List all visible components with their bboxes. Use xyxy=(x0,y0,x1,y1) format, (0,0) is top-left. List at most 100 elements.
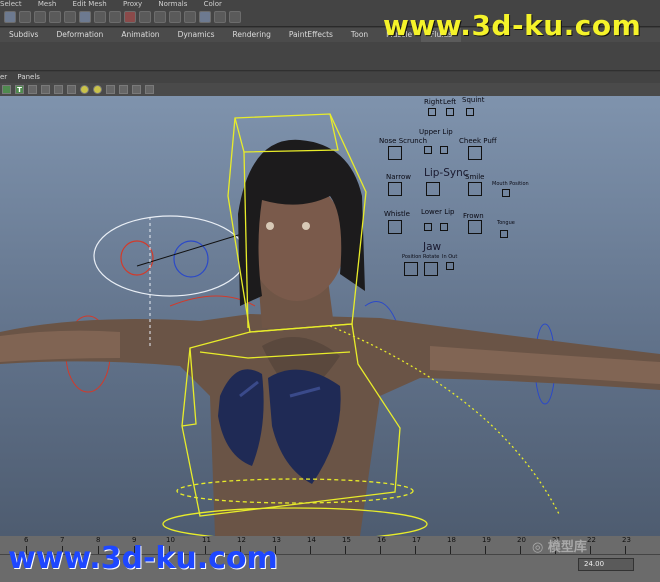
menu-item[interactable]: Normals xyxy=(158,0,187,8)
panel-menu-renderer[interactable]: er xyxy=(0,73,7,81)
tab-painteffects[interactable]: PaintEffects xyxy=(280,28,342,42)
tick-mark xyxy=(415,546,416,554)
texture-toggle-icon[interactable]: T xyxy=(15,85,24,94)
tab-dynamics[interactable]: Dynamics xyxy=(169,28,224,42)
rig-label: Left xyxy=(443,98,457,106)
panel-toolbar: T xyxy=(0,83,660,97)
render-icon[interactable] xyxy=(109,11,121,23)
wireframe-toggle-icon[interactable] xyxy=(2,85,11,94)
rig-label-cheek-puff: Cheek Puff xyxy=(459,137,497,145)
resolution-gate-icon[interactable] xyxy=(145,85,154,94)
tick-label: 20 xyxy=(517,536,526,544)
watermark-top: www.3d-ku.com xyxy=(383,9,642,42)
tick-mark xyxy=(310,546,311,554)
panel-menu-panels[interactable]: Panels xyxy=(17,73,40,81)
jaw-rotate-control[interactable] xyxy=(424,262,438,276)
rig-slider[interactable] xyxy=(446,108,454,116)
upper-lip-control[interactable] xyxy=(424,146,432,154)
snap-grid-icon[interactable] xyxy=(19,11,31,23)
jaw-position-control[interactable] xyxy=(404,262,418,276)
tongue-control[interactable] xyxy=(500,230,508,238)
ipr-render-icon[interactable] xyxy=(124,11,136,23)
cheek-puff-control[interactable] xyxy=(468,146,482,160)
tick-label: 14 xyxy=(307,536,316,544)
nose-scrunch-control[interactable] xyxy=(388,146,402,160)
upper-lip-control[interactable] xyxy=(440,146,448,154)
snap-curve-icon[interactable] xyxy=(34,11,46,23)
menu-item[interactable]: Color xyxy=(204,0,222,8)
menu-item[interactable]: Mesh xyxy=(38,0,56,8)
tick-label: 16 xyxy=(377,536,386,544)
tick-label: 17 xyxy=(412,536,421,544)
all-lights-icon[interactable] xyxy=(93,85,102,94)
lower-lip-control[interactable] xyxy=(424,223,432,231)
tick-mark xyxy=(380,546,381,554)
toggle-panel-icon[interactable] xyxy=(199,11,211,23)
toggle-panel-icon[interactable] xyxy=(214,11,226,23)
isolate-select-icon[interactable] xyxy=(119,85,128,94)
tab-rendering[interactable]: Rendering xyxy=(224,28,280,42)
rig-slider[interactable] xyxy=(428,108,436,116)
rig-label-lip-sync: Lip-Sync xyxy=(424,167,469,179)
default-light-icon[interactable] xyxy=(80,85,89,94)
snap-plane-icon[interactable] xyxy=(64,11,76,23)
menu-item[interactable]: Proxy xyxy=(123,0,142,8)
lighting-icon[interactable] xyxy=(67,85,76,94)
tick-mark xyxy=(345,546,346,554)
tick-mark xyxy=(520,546,521,554)
frown-control[interactable] xyxy=(468,220,482,234)
tick-mark xyxy=(485,546,486,554)
panel-menu-bar: er Panels xyxy=(0,72,660,83)
tab-deformation[interactable]: Deformation xyxy=(47,28,112,42)
shelf-content xyxy=(0,42,660,71)
watermark-bottom: www.3d-ku.com xyxy=(8,541,278,576)
narrow-control[interactable] xyxy=(388,182,402,196)
mouth-position-control[interactable] xyxy=(502,189,510,197)
rig-label-tongue: Tongue xyxy=(497,220,515,226)
viewport-scene xyxy=(0,113,660,536)
rig-label-upper-lip: Upper Lip xyxy=(419,128,453,136)
tab-subdivs[interactable]: Subdivs xyxy=(0,28,47,42)
rig-label-lower-lip: Lower Lip xyxy=(421,208,455,216)
rig-label-position: Position xyxy=(402,254,422,260)
rig-label-mouth-position: Mouth Position xyxy=(492,181,529,187)
menu-item[interactable]: Select xyxy=(0,0,22,8)
character-mesh[interactable] xyxy=(0,139,660,536)
toggle-panel-icon[interactable] xyxy=(184,11,196,23)
rig-label-nose-scrunch: Nose Scrunch xyxy=(379,137,428,145)
render-view-icon[interactable] xyxy=(94,11,106,23)
history-icon[interactable] xyxy=(79,11,91,23)
xray-icon[interactable] xyxy=(54,85,63,94)
rig-label: Right xyxy=(424,98,443,106)
rig-label-frown: Frown xyxy=(463,212,484,220)
eye-controls[interactable] xyxy=(93,215,247,297)
toggle-panel-icon[interactable] xyxy=(229,11,241,23)
rig-label-whistle: Whistle xyxy=(384,210,410,218)
main-menu: Select Mesh Edit Mesh Proxy Normals Colo… xyxy=(0,0,330,8)
tab-toon[interactable]: Toon xyxy=(342,28,377,42)
tick-label: 15 xyxy=(342,536,351,544)
menu-item[interactable]: Edit Mesh xyxy=(73,0,107,8)
jaw-in-out-control[interactable] xyxy=(446,262,454,270)
smooth-shade-icon[interactable] xyxy=(28,85,37,94)
toggle-panel-icon[interactable] xyxy=(169,11,181,23)
tick-label: 18 xyxy=(447,536,456,544)
camera-icon[interactable] xyxy=(132,85,141,94)
rig-label-smile: Smile xyxy=(465,173,485,181)
shadows-icon[interactable] xyxy=(106,85,115,94)
smile-control[interactable] xyxy=(468,182,482,196)
hypershade-icon[interactable] xyxy=(154,11,166,23)
tick-label: 19 xyxy=(482,536,491,544)
whistle-control[interactable] xyxy=(388,220,402,234)
snap-point-icon[interactable] xyxy=(49,11,61,23)
tab-animation[interactable]: Animation xyxy=(112,28,168,42)
shade-wire-icon[interactable] xyxy=(41,85,50,94)
perspective-viewport[interactable]: Right Left Squint Upper Lip Nose Scrunch… xyxy=(0,96,660,536)
rig-slider[interactable] xyxy=(466,108,474,116)
lower-lip-control[interactable] xyxy=(440,223,448,231)
rig-label-narrow: Narrow xyxy=(386,173,412,181)
select-mode-icon[interactable] xyxy=(4,11,16,23)
render-settings-icon[interactable] xyxy=(139,11,151,23)
rig-label-squint: Squint xyxy=(462,96,485,104)
lip-sync-control[interactable] xyxy=(426,182,440,196)
